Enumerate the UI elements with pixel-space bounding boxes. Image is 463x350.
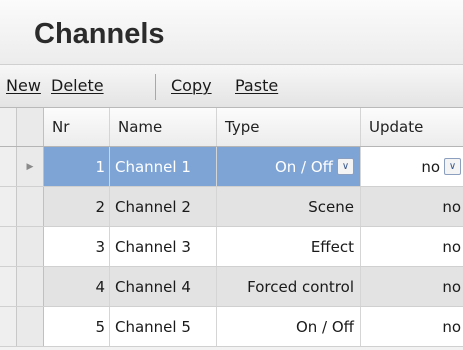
copy-button[interactable]: Copy [171,76,212,95]
header-selector-cell [17,108,44,146]
update-dropdown-value: no [421,157,440,176]
cell-name[interactable]: Channel 4 [110,267,217,306]
table-row-5[interactable]: 5 Channel 5 On / Off no [0,307,463,347]
cell-nr[interactable]: 3 [44,227,110,266]
row-lead-cell [0,187,17,226]
column-header-update[interactable]: Update [361,108,463,146]
paste-button[interactable]: Paste [235,76,278,95]
chevron-down-icon[interactable]: ∨ [337,158,354,175]
table-row-4[interactable]: 4 Channel 4 Forced control no [0,267,463,307]
row-selector[interactable] [17,187,44,226]
cell-update[interactable]: no [361,267,463,306]
cell-update[interactable]: no [361,227,463,266]
cell-name[interactable]: Channel 2 [110,187,217,226]
row-selector[interactable] [17,227,44,266]
cell-name[interactable]: Channel 5 [110,307,217,346]
row-selector[interactable] [17,307,44,346]
cell-name[interactable]: Channel 3 [110,227,217,266]
column-header-type[interactable]: Type [217,108,361,146]
channels-table: Nr Name Type Update ▶ 1 Channel 1 On / O… [0,108,463,350]
cell-update[interactable]: no [361,187,463,226]
type-dropdown[interactable]: On / Off ∨ [217,147,361,186]
toolbar-separator [155,74,156,100]
row-lead-cell [0,267,17,306]
table-header-row: Nr Name Type Update [0,108,463,147]
cell-nr[interactable]: 2 [44,187,110,226]
type-dropdown-value: On / Off [274,157,333,176]
cell-type[interactable]: Effect [217,227,361,266]
cell-type[interactable]: Scene [217,187,361,226]
table-row-1[interactable]: ▶ 1 Channel 1 On / Off ∨ no ∨ [0,147,463,187]
cell-name[interactable]: Channel 1 [110,147,217,186]
cell-nr[interactable]: 4 [44,267,110,306]
cell-type[interactable]: On / Off [217,307,361,346]
page-title: Channels [34,18,165,50]
update-dropdown[interactable]: no ∨ [361,147,463,186]
row-selector[interactable] [17,267,44,306]
row-selector[interactable]: ▶ [17,147,44,186]
cell-update[interactable]: no [361,307,463,346]
cell-nr[interactable]: 1 [44,147,110,186]
cell-type[interactable]: Forced control [217,267,361,306]
row-lead-cell [0,307,17,346]
cell-nr[interactable]: 5 [44,307,110,346]
table-row-2[interactable]: 2 Channel 2 Scene no [0,187,463,227]
channels-panel: Channels New Delete Copy Paste Nr Name T… [0,0,463,350]
chevron-down-icon[interactable]: ∨ [444,158,461,175]
delete-button[interactable]: Delete [51,76,104,95]
row-pointer-icon: ▶ [26,161,34,172]
toolbar: New Delete Copy Paste [0,64,463,108]
column-header-name[interactable]: Name [110,108,217,146]
header-lead-cell [0,108,17,146]
new-button[interactable]: New [6,76,41,95]
table-row-3[interactable]: 3 Channel 3 Effect no [0,227,463,267]
column-header-nr[interactable]: Nr [44,108,110,146]
row-lead-cell [0,147,17,186]
row-lead-cell [0,227,17,266]
title-bar: Channels [0,0,463,64]
